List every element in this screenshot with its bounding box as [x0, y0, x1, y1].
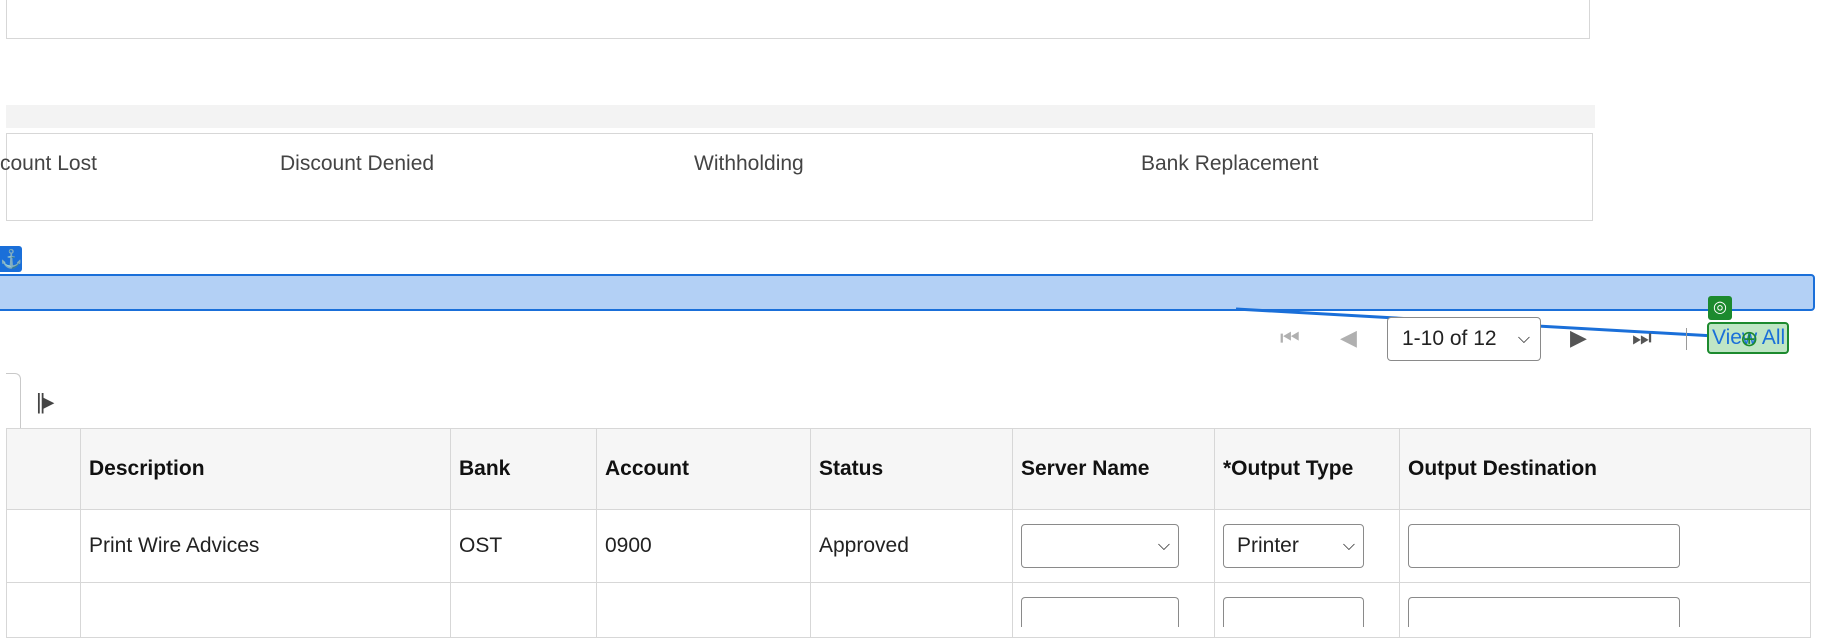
row-selector-cell	[6, 509, 81, 583]
account-cell: 0900	[596, 509, 811, 583]
grid-header-row: Description Bank Account Status Server N…	[6, 428, 1811, 510]
last-page-icon[interactable]: ⏭	[1632, 325, 1652, 351]
server-name-select[interactable]	[1021, 597, 1179, 627]
description-cell	[80, 582, 451, 638]
row-selector-cell	[6, 582, 81, 638]
page-range-value: 1-10 of 12	[1402, 327, 1497, 350]
output-destination-cell	[1399, 582, 1811, 638]
output-type-select[interactable]: Printer ⌵	[1223, 524, 1364, 568]
output-destination-column-header[interactable]: Output Destination	[1399, 428, 1811, 510]
output-destination-cell	[1399, 509, 1811, 583]
pager-divider	[1686, 328, 1687, 350]
first-page-icon[interactable]: ⏮	[1280, 325, 1300, 351]
column-chooser-icon[interactable]: ||▸	[36, 389, 55, 415]
chevron-down-icon: ⌵	[1517, 330, 1530, 347]
account-column-header[interactable]: Account	[596, 428, 811, 510]
crosshair-icon: ⊕	[1740, 326, 1759, 351]
table-row: Print Wire Advices OST 0900 Approved ⌵ P…	[6, 509, 1811, 583]
row-selector-header	[6, 428, 81, 510]
bank-cell: OST	[450, 509, 597, 583]
output-type-cell	[1214, 582, 1400, 638]
page-range-select[interactable]: 1-10 of 12 ⌵	[1387, 317, 1541, 361]
server-name-cell	[1012, 582, 1215, 638]
grid-tab[interactable]	[6, 373, 21, 429]
server-name-select[interactable]: ⌵	[1021, 524, 1179, 568]
next-page-icon[interactable]: ▶	[1570, 325, 1587, 351]
description-column-header[interactable]: Description	[80, 428, 451, 510]
bank-cell	[450, 582, 597, 638]
output-destination-input[interactable]	[1408, 597, 1680, 627]
account-cell	[596, 582, 811, 638]
target-icon: ◎	[1708, 296, 1732, 320]
output-type-column-header[interactable]: *Output Type	[1214, 428, 1400, 510]
table-row	[6, 582, 1811, 638]
chevron-down-icon: ⌵	[1157, 537, 1170, 554]
previous-page-icon[interactable]: ◀	[1340, 325, 1357, 351]
output-type-cell: Printer ⌵	[1214, 509, 1400, 583]
bank-column-header[interactable]: Bank	[450, 428, 597, 510]
status-column-header[interactable]: Status	[810, 428, 1013, 510]
output-type-select[interactable]	[1223, 597, 1364, 627]
output-type-value: Printer	[1237, 534, 1299, 557]
output-destination-input[interactable]	[1408, 524, 1680, 568]
chevron-down-icon: ⌵	[1342, 537, 1355, 554]
server-name-cell: ⌵	[1012, 509, 1215, 583]
description-cell: Print Wire Advices	[80, 509, 451, 583]
status-cell: Approved	[810, 509, 1013, 583]
status-cell	[810, 582, 1013, 638]
server-name-column-header[interactable]: Server Name	[1012, 428, 1215, 510]
output-grid: Description Bank Account Status Server N…	[6, 428, 1811, 638]
